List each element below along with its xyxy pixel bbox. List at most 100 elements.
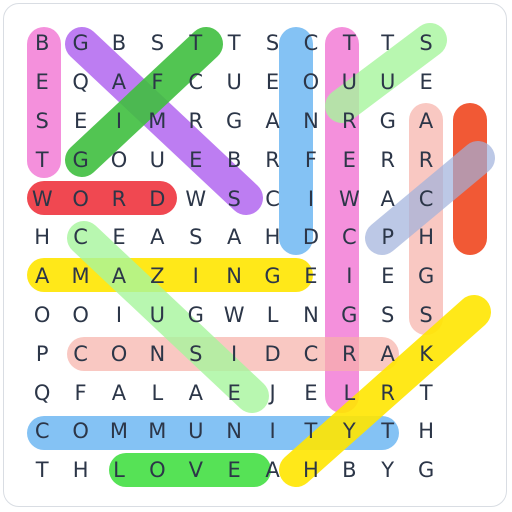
letter-cell[interactable]: E [407, 63, 445, 102]
letter-cell[interactable]: I [215, 334, 253, 373]
letter-cell[interactable]: L [253, 296, 291, 335]
letter-cell[interactable]: U [177, 412, 215, 451]
letter-cell[interactable] [445, 296, 483, 335]
letter-cell[interactable]: O [100, 140, 138, 179]
letter-cell[interactable]: I [330, 257, 368, 296]
letter-cell[interactable]: E [292, 257, 330, 296]
letter-cell[interactable]: T [369, 24, 407, 63]
letter-cell[interactable]: O [23, 296, 61, 335]
letter-cell[interactable]: R [177, 102, 215, 141]
letter-cell[interactable]: T [407, 373, 445, 412]
letter-cell[interactable]: H [61, 451, 99, 490]
letter-cell[interactable]: T [369, 412, 407, 451]
letter-cell[interactable]: O [61, 179, 99, 218]
letter-cell[interactable]: U [369, 63, 407, 102]
letter-cell[interactable]: T [330, 24, 368, 63]
letter-cell[interactable]: S [407, 24, 445, 63]
letter-cell[interactable]: T [177, 24, 215, 63]
letter-cell[interactable]: P [23, 334, 61, 373]
letter-cell[interactable]: G [177, 296, 215, 335]
letter-cell[interactable]: H [23, 218, 61, 257]
letter-cell[interactable]: S [407, 296, 445, 335]
letter-cell[interactable]: R [407, 140, 445, 179]
letter-cell[interactable]: T [215, 24, 253, 63]
letter-cell[interactable]: H [407, 412, 445, 451]
letter-cell[interactable]: D [253, 334, 291, 373]
letter-cell[interactable]: I [292, 179, 330, 218]
letter-cell[interactable]: O [292, 63, 330, 102]
letter-cell[interactable]: A [100, 373, 138, 412]
letter-cell[interactable]: U [215, 63, 253, 102]
letter-cell[interactable]: S [215, 179, 253, 218]
letter-cell[interactable]: C [23, 412, 61, 451]
letter-cell[interactable]: R [253, 140, 291, 179]
letter-cell[interactable]: E [23, 63, 61, 102]
letter-cell[interactable]: C [330, 218, 368, 257]
letter-cell[interactable]: M [138, 412, 176, 451]
letter-cell[interactable]: E [61, 102, 99, 141]
letter-cell[interactable] [445, 140, 483, 179]
letter-cell[interactable]: Q [61, 63, 99, 102]
letter-cell[interactable]: U [138, 296, 176, 335]
letter-cell[interactable]: F [292, 140, 330, 179]
letter-cell[interactable]: L [330, 373, 368, 412]
letter-cell[interactable]: A [369, 334, 407, 373]
letter-cell[interactable]: A [215, 218, 253, 257]
letter-cell[interactable]: O [61, 296, 99, 335]
letter-cell[interactable] [445, 451, 483, 490]
letter-cell[interactable]: G [253, 257, 291, 296]
letter-cell[interactable] [445, 373, 483, 412]
letter-cell[interactable]: Q [23, 373, 61, 412]
letter-cell[interactable]: C [177, 63, 215, 102]
letter-cell[interactable]: G [330, 296, 368, 335]
letter-cell[interactable]: L [100, 451, 138, 490]
letter-cell[interactable]: O [61, 412, 99, 451]
letter-cell[interactable]: I [177, 257, 215, 296]
letter-cell[interactable] [445, 102, 483, 141]
letter-cell[interactable]: M [61, 257, 99, 296]
letter-cell[interactable]: S [23, 102, 61, 141]
letter-cell[interactable]: K [407, 334, 445, 373]
letter-cell[interactable]: E [177, 140, 215, 179]
letter-cell[interactable]: A [253, 451, 291, 490]
letter-cell[interactable]: L [138, 373, 176, 412]
letter-cell[interactable]: E [330, 140, 368, 179]
letter-cell[interactable] [445, 334, 483, 373]
letter-cell[interactable]: A [100, 257, 138, 296]
letter-cell[interactable]: G [61, 140, 99, 179]
letter-cell[interactable]: G [61, 24, 99, 63]
letter-cell[interactable]: I [253, 412, 291, 451]
letter-cell[interactable]: B [23, 24, 61, 63]
letter-cell[interactable]: U [330, 63, 368, 102]
letter-cell[interactable]: C [292, 24, 330, 63]
letter-cell[interactable]: N [215, 257, 253, 296]
letter-cell[interactable]: N [292, 296, 330, 335]
letter-cell[interactable]: G [369, 102, 407, 141]
letter-cell[interactable]: O [100, 334, 138, 373]
letter-cell[interactable]: Y [369, 451, 407, 490]
letter-cell[interactable]: S [253, 24, 291, 63]
letter-cell[interactable]: C [61, 218, 99, 257]
letter-cell[interactable]: C [407, 179, 445, 218]
letter-cell[interactable]: E [215, 451, 253, 490]
letter-cell[interactable]: T [23, 140, 61, 179]
letter-cell[interactable] [445, 179, 483, 218]
letter-cell[interactable]: B [215, 140, 253, 179]
letter-cell[interactable]: E [253, 63, 291, 102]
letter-cell[interactable]: R [100, 179, 138, 218]
letter-cell[interactable]: A [407, 102, 445, 141]
letter-cell[interactable]: R [330, 102, 368, 141]
letter-cell[interactable]: U [138, 140, 176, 179]
letter-cell[interactable]: N [138, 334, 176, 373]
letter-cell[interactable] [445, 412, 483, 451]
letter-cell[interactable]: F [138, 63, 176, 102]
letter-cell[interactable] [445, 24, 483, 63]
letter-cell[interactable]: E [292, 373, 330, 412]
letter-cell[interactable]: P [369, 218, 407, 257]
letter-cell[interactable]: M [138, 102, 176, 141]
letter-cell[interactable]: A [23, 257, 61, 296]
letter-cell[interactable] [445, 257, 483, 296]
letter-cell[interactable]: E [369, 257, 407, 296]
letter-cell[interactable]: D [138, 179, 176, 218]
letter-cell[interactable]: N [292, 102, 330, 141]
